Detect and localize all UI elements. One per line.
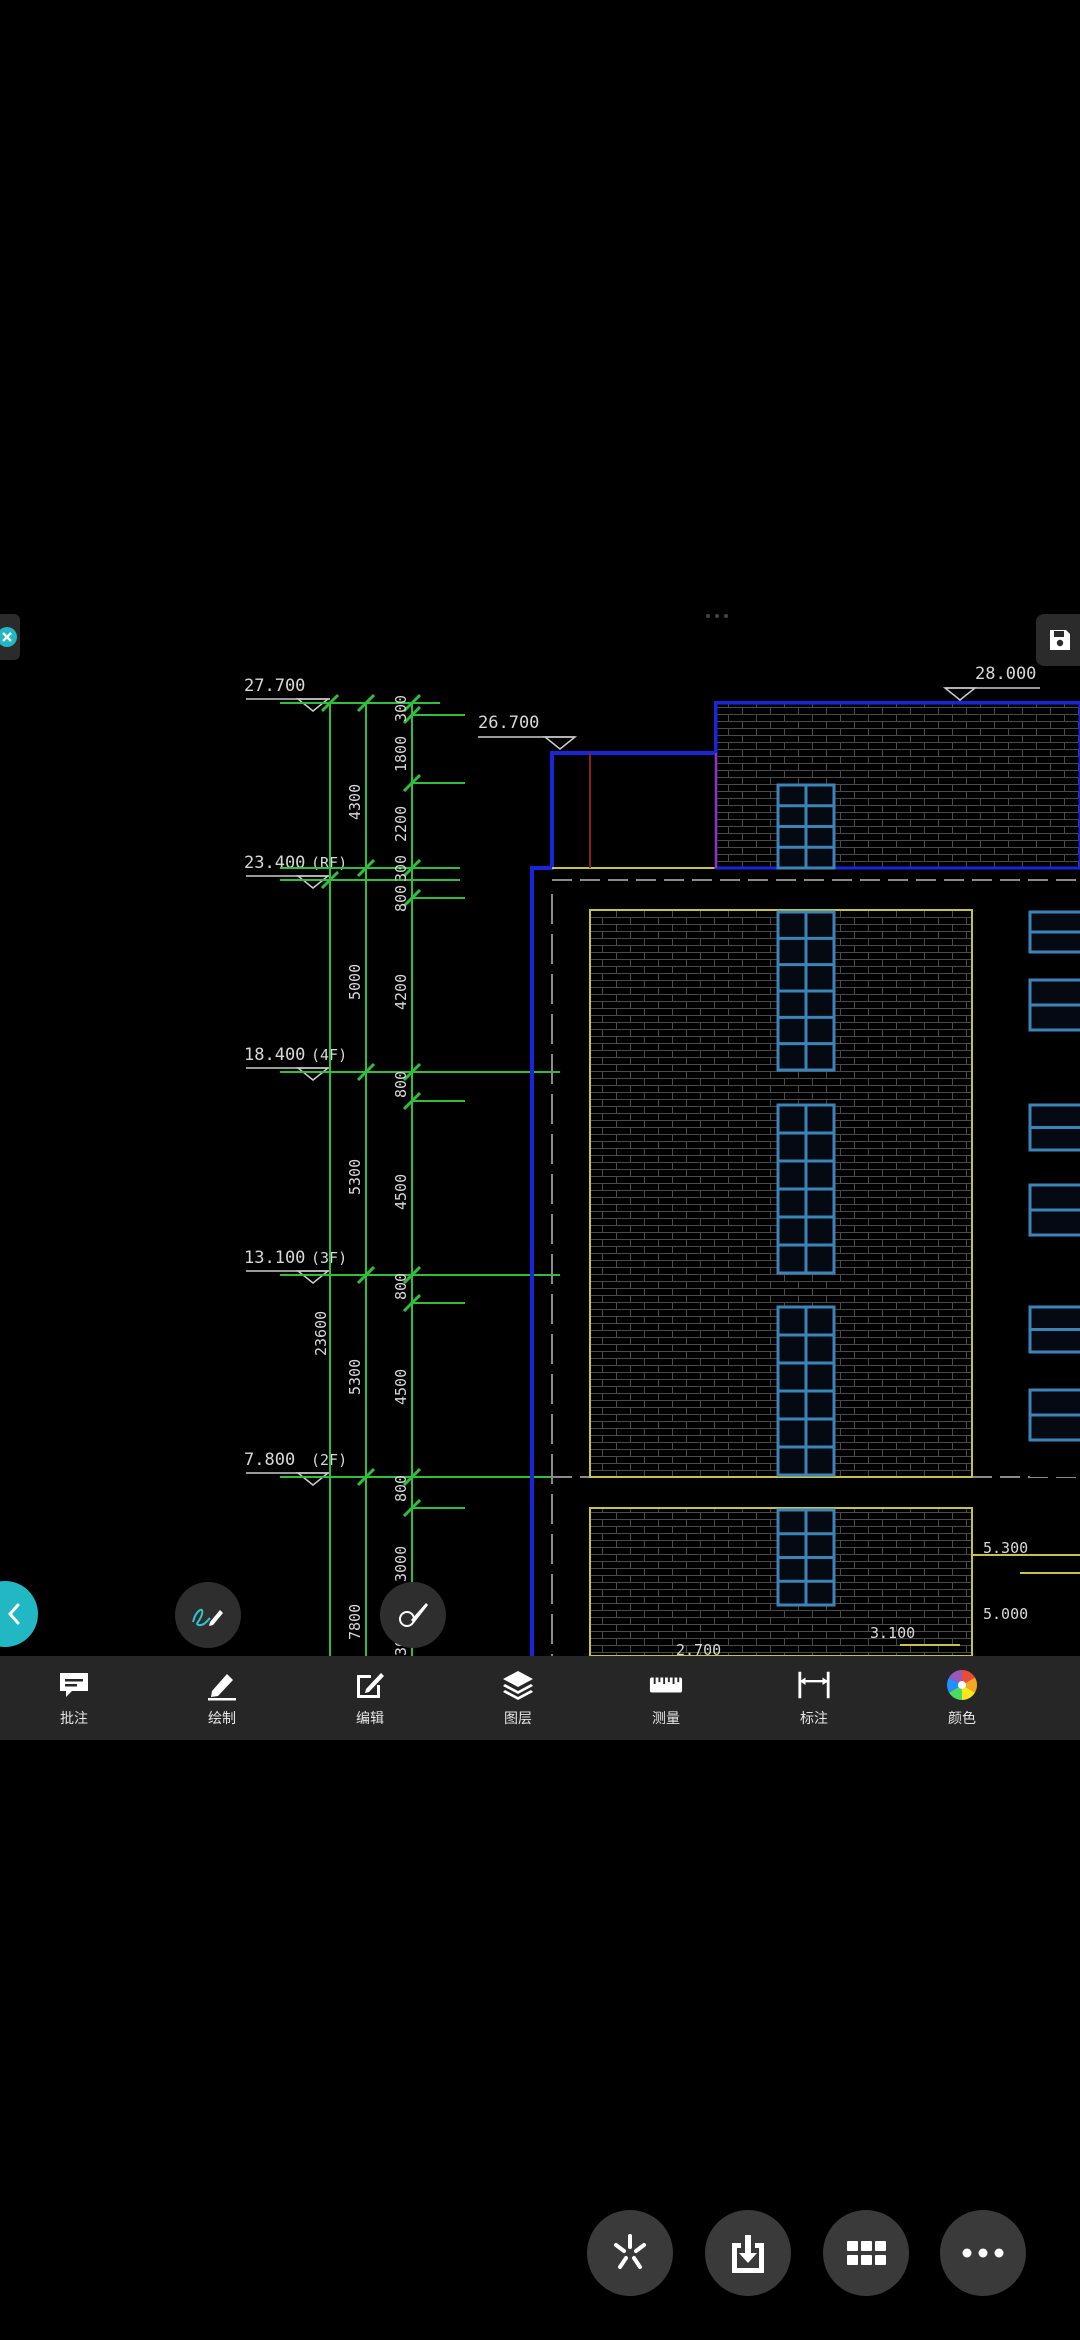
- ruler-icon: [649, 1668, 683, 1702]
- layers-icon: [501, 1668, 535, 1702]
- close-icon: [0, 627, 17, 647]
- brush-icon: [399, 1603, 428, 1627]
- toolbar-item-measure[interactable]: 测量: [592, 1656, 740, 1740]
- dimension-lines: [280, 702, 560, 1656]
- dimension-outer-text: 4300: [346, 784, 364, 820]
- dimension-inner-text: 300: [392, 855, 410, 882]
- save-icon: [1050, 630, 1070, 650]
- drag-handle[interactable]: [706, 603, 736, 618]
- toolbar-item-color[interactable]: 颜色: [888, 1656, 1036, 1740]
- toolbar-item-annotate[interactable]: 批注: [0, 1656, 148, 1740]
- dimension-inner-text: 4500: [392, 1174, 410, 1210]
- level-elevation-label: 27.700: [244, 676, 305, 696]
- dimension-inner-text: 800: [392, 1071, 410, 1098]
- toolbar-item-dimension[interactable]: 标注: [740, 1656, 888, 1740]
- toolbar-label: 测量: [652, 1711, 680, 1727]
- dimension-inner-text: 800: [392, 1475, 410, 1502]
- dimension-inner-text: 2200: [392, 806, 410, 842]
- dimension-total-text: 23600: [312, 1311, 330, 1356]
- sparkle-icon: [614, 2234, 646, 2269]
- toolbar-item-draw[interactable]: 绘制: [148, 1656, 296, 1740]
- toolbar-label: 批注: [60, 1711, 88, 1727]
- brush-tool-button[interactable]: [380, 1582, 446, 1648]
- level-elevation-label: 7.800: [244, 1450, 295, 1470]
- level-triangle: [542, 736, 578, 750]
- toolbar-label: 标注: [800, 1711, 828, 1727]
- dimension-outer-text: 5300: [346, 1359, 364, 1395]
- more-button[interactable]: [940, 2210, 1026, 2296]
- grid-icon: [847, 2241, 886, 2265]
- level-elevation-label: 23.400: [244, 853, 305, 873]
- dimension-outer-text: 7800: [346, 1604, 364, 1640]
- toolbar-item-edit[interactable]: 编辑: [296, 1656, 444, 1740]
- right-elevation-label: 2.700: [676, 1641, 721, 1656]
- dimension-inner-text: 1800: [392, 736, 410, 772]
- comment-icon: [57, 1668, 91, 1702]
- tool-bar: 批注 绘制 编辑 图层 测量 标注 颜色: [0, 1656, 1080, 1740]
- level-elevation-label: 18.400: [244, 1045, 305, 1065]
- dimension-inner-text: 3000: [392, 1546, 410, 1582]
- apps-button[interactable]: [823, 2210, 909, 2296]
- dimension-outer-text: 5300: [346, 1159, 364, 1195]
- dimension-icon: [797, 1668, 831, 1702]
- toolbar-item-layers[interactable]: 图层: [444, 1656, 592, 1740]
- dimension-inner-text: 4200: [392, 974, 410, 1010]
- dimension-inner-text: 800: [392, 885, 410, 912]
- edit-icon: [353, 1668, 387, 1702]
- dimension-inner-text: 300: [392, 695, 410, 722]
- sync-button[interactable]: [587, 2210, 673, 2296]
- download-button[interactable]: [705, 2210, 791, 2296]
- right-elevation-label: 5.000: [983, 1605, 1028, 1623]
- dimension-text: 4300 5000 5300 5300 7800 23600 300 1800 2200 300 8…: [312, 695, 410, 1656]
- level-elevation-label: 13.100: [244, 1248, 305, 1268]
- level-triangle: [295, 1270, 331, 1284]
- toolbar-label: 绘制: [208, 1711, 236, 1727]
- download-icon: [732, 2235, 764, 2273]
- signature-pen-icon: [192, 1608, 223, 1627]
- cad-drawing: 27.70023.400 (RF)18.400 (4F)13.100 (3F)7.80…: [244, 664, 1080, 1656]
- dimension-inner-text: 800: [392, 1273, 410, 1300]
- level-triangle: [295, 1067, 331, 1081]
- chevron-left-icon: [7, 1603, 20, 1625]
- roof-elevation-label: 28.000: [975, 664, 1036, 684]
- color-wheel-icon: [945, 1668, 979, 1702]
- dimension-inner-text: 4500: [392, 1369, 410, 1405]
- level-triangle: [295, 1472, 331, 1486]
- right-elevation-label: 5.300: [983, 1539, 1028, 1557]
- level-triangle: [942, 687, 978, 701]
- more-icon: [962, 2248, 1004, 2258]
- toolbar-label: 图层: [504, 1711, 532, 1727]
- toolbar-label: 编辑: [356, 1711, 384, 1727]
- signature-tool-button[interactable]: [175, 1582, 241, 1648]
- toolbar-label: 颜色: [948, 1711, 976, 1727]
- pencil-icon: [205, 1668, 239, 1702]
- close-panel-button[interactable]: [0, 614, 20, 660]
- dimension-outer-text: 5000: [346, 964, 364, 1000]
- parapet-elevation-label: 26.700: [478, 713, 539, 733]
- drawing-canvas[interactable]: 27.700 23.400 (RF) 18.400 (4F) 13.100 (3F) 7.80…: [0, 612, 1080, 1656]
- save-button[interactable]: [1036, 614, 1080, 666]
- right-elevation-label: 3.100: [870, 1624, 915, 1642]
